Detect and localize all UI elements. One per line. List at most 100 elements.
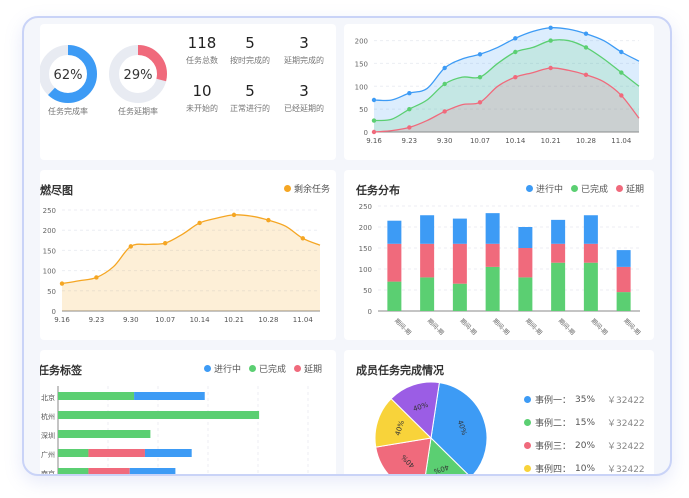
data-point bbox=[477, 100, 483, 105]
y-tick-label: 250 bbox=[359, 203, 372, 211]
x-tick-label: 9.30 bbox=[123, 316, 139, 324]
data-point bbox=[197, 220, 202, 226]
data-point bbox=[513, 36, 518, 41]
bar-segment bbox=[420, 243, 435, 278]
legend-delayed[interactable]: 延期 bbox=[615, 182, 644, 195]
x-tick-label: 期间-期 bbox=[458, 317, 478, 337]
stat-in-progress-label: 正常进行的 bbox=[230, 104, 270, 113]
x-tick-label: 9.23 bbox=[402, 137, 418, 145]
data-point bbox=[94, 275, 99, 280]
member-amount: ￥32422 bbox=[607, 396, 645, 406]
legend-in-progress[interactable]: 进行中 bbox=[203, 362, 241, 375]
donut-value: 62% bbox=[54, 68, 83, 83]
bar-segment bbox=[387, 220, 402, 244]
data-point bbox=[59, 281, 65, 286]
data-point bbox=[477, 74, 483, 80]
x-tick-label: 9.16 bbox=[366, 137, 382, 145]
data-point bbox=[128, 244, 133, 249]
x-tick-label: 期间-期 bbox=[491, 317, 511, 337]
data-point bbox=[407, 106, 412, 112]
bar-segment bbox=[420, 277, 435, 311]
trend-area-chart: 0 50 100 150 200 9.16 9.23 9.30 10.07 10.14 10.21 1… bbox=[355, 25, 640, 145]
members-legend-item[interactable]: 事例三： 20% ￥32422 bbox=[524, 434, 645, 457]
member-amount: ￥32422 bbox=[607, 419, 645, 429]
stat-delayed-label: 已经延期的 bbox=[284, 104, 324, 113]
legend-in-progress[interactable]: 进行中 bbox=[525, 182, 563, 195]
legend-dot-icon bbox=[293, 365, 301, 372]
members-legend-item[interactable]: 事例二： 15% ￥32422 bbox=[524, 411, 645, 434]
data-point bbox=[548, 38, 553, 43]
x-tick-label: 期间-期 bbox=[524, 317, 544, 337]
y-tick-label: 南京 bbox=[41, 469, 55, 476]
bar-segment bbox=[452, 243, 467, 284]
x-tick-label: 期间-期 bbox=[589, 317, 609, 337]
legend-remaining[interactable]: 剩余任务 bbox=[283, 182, 330, 195]
tags-legend[interactable]: 进行中 已完成 延期 bbox=[203, 362, 322, 375]
legend-dot-icon bbox=[203, 365, 211, 372]
bar-segment bbox=[583, 262, 598, 311]
distribution-panel: 任务分布 进行中 已完成 延期 0 50 100 150 200 250 期间-期 期间-期期… bbox=[344, 170, 654, 340]
members-legend-item[interactable]: 事例一： 35% ￥32422 bbox=[524, 388, 645, 411]
data-point bbox=[442, 109, 447, 114]
burndown-legend[interactable]: 剩余任务 bbox=[283, 182, 330, 195]
y-tick-label: 100 bbox=[355, 83, 368, 91]
x-tick-label: 9.16 bbox=[54, 316, 70, 324]
x-tick-label: 10.14 bbox=[190, 316, 211, 324]
legend-delayed[interactable]: 延期 bbox=[293, 362, 322, 375]
data-point bbox=[442, 81, 447, 87]
data-point bbox=[583, 31, 589, 36]
legend-dot-icon bbox=[524, 442, 531, 449]
member-amount: ￥32422 bbox=[607, 465, 645, 475]
legend-label: 延期 bbox=[625, 185, 644, 195]
data-point bbox=[548, 25, 553, 30]
y-tick-label: 50 bbox=[363, 287, 372, 295]
x-tick-label: 期间-期 bbox=[426, 317, 446, 337]
stat-late-done-value: 3 bbox=[299, 34, 309, 52]
bar-segment bbox=[88, 468, 130, 474]
x-tick-label: 11.04 bbox=[293, 316, 314, 324]
donut-label-delay: 任务延期率 bbox=[118, 107, 158, 116]
bar-segment bbox=[485, 243, 500, 267]
member-percent: 10% bbox=[575, 463, 596, 474]
data-point bbox=[513, 74, 518, 80]
legend-label: 已完成 bbox=[580, 185, 608, 195]
x-tick-label: 11.04 bbox=[611, 137, 632, 145]
bar-segment bbox=[58, 468, 89, 474]
y-tick-label: 200 bbox=[355, 38, 368, 46]
bar-segment bbox=[551, 219, 566, 244]
data-point bbox=[619, 93, 624, 98]
distribution-legend[interactable]: 进行中 已完成 延期 bbox=[525, 182, 644, 195]
tags-title: 任务标签 bbox=[40, 364, 82, 377]
bar-segment bbox=[134, 392, 205, 400]
member-percent: 35% bbox=[575, 394, 596, 405]
member-name: 事例一： bbox=[535, 396, 572, 406]
data-point bbox=[583, 45, 589, 50]
data-point bbox=[407, 125, 412, 130]
bar-segment bbox=[58, 430, 151, 438]
legend-completed[interactable]: 已完成 bbox=[248, 362, 286, 375]
stat-late-done-label: 延期完成的 bbox=[284, 56, 324, 65]
data-point bbox=[619, 49, 624, 55]
distribution-title: 任务分布 bbox=[356, 184, 400, 197]
legend-label: 进行中 bbox=[213, 365, 241, 375]
x-tick-label: 9.30 bbox=[437, 137, 453, 145]
members-legend-item[interactable]: 事例四： 10% ￥32422 bbox=[524, 457, 645, 475]
y-tick-label: 150 bbox=[359, 245, 372, 253]
data-point bbox=[371, 118, 377, 123]
bar-segment bbox=[58, 392, 135, 400]
bar-segment bbox=[518, 277, 533, 311]
legend-dot-icon bbox=[615, 185, 623, 192]
y-tick-label: 150 bbox=[355, 60, 368, 68]
data-point bbox=[513, 49, 518, 55]
member-name: 事例四： bbox=[535, 465, 572, 475]
data-point bbox=[231, 212, 237, 218]
legend-completed[interactable]: 已完成 bbox=[570, 182, 608, 195]
bar-segment bbox=[420, 215, 435, 244]
x-tick-label: 10.14 bbox=[505, 137, 526, 145]
x-tick-label: 期间-期 bbox=[393, 317, 413, 337]
burndown-title: 燃尽图 bbox=[40, 184, 73, 197]
y-tick-label: 深圳 bbox=[41, 431, 55, 440]
y-tick-label: 150 bbox=[43, 247, 56, 255]
stat-late-done: 3 延期完成的 bbox=[274, 34, 334, 66]
bar-segment bbox=[551, 243, 566, 263]
